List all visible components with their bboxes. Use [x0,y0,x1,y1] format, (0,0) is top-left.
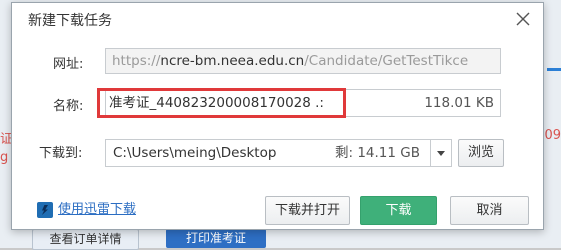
browse-button[interactable]: 浏览 [458,139,504,167]
filename-highlight-box [97,88,346,118]
path-dropdown-button[interactable] [430,139,452,167]
name-label: 名称: [53,99,84,114]
background-text-fragment: 09 [544,128,561,143]
close-icon [516,12,530,26]
close-button[interactable] [514,10,532,28]
url-label: 网址: [53,57,84,72]
free-space: 剩: 14.11 GB [334,145,420,161]
cancel-button[interactable]: 取消 [450,196,529,225]
thunder-icon [37,202,53,218]
thunder-link-label: 使用迅雷下载 [58,202,137,217]
url-host: ncre-bm.neea.edu.cn [160,53,305,69]
print-admission-ticket-button[interactable]: 打印准考证 [166,229,266,248]
url-prefix: https:// [112,53,161,69]
dialog-title: 新建下载任务 [28,13,112,29]
url-path: /Candidate/GetTestTikce [304,53,469,69]
save-path-input[interactable]: C:\Users\meing\Desktop 剩: 14.11 GB [105,139,431,167]
chevron-down-icon [437,151,445,156]
download-button[interactable]: 下载 [360,196,437,225]
background-accent-line [547,68,561,71]
new-download-dialog: 新建下载任务 网址: https://ncre-bm.neea.edu.cn/C… [11,2,544,230]
file-size: 118.01 KB [424,95,494,111]
save-path-value: C:\Users\meing\Desktop [113,145,277,161]
view-order-details-button[interactable]: 查看订单详情 [32,229,139,250]
download-to-label: 下载到: [39,146,83,161]
download-and-open-button[interactable]: 下载并打开 [265,196,350,225]
background-text-fragment: g [0,150,9,165]
url-field[interactable]: https://ncre-bm.neea.edu.cn/Candidate/Ge… [105,48,501,74]
